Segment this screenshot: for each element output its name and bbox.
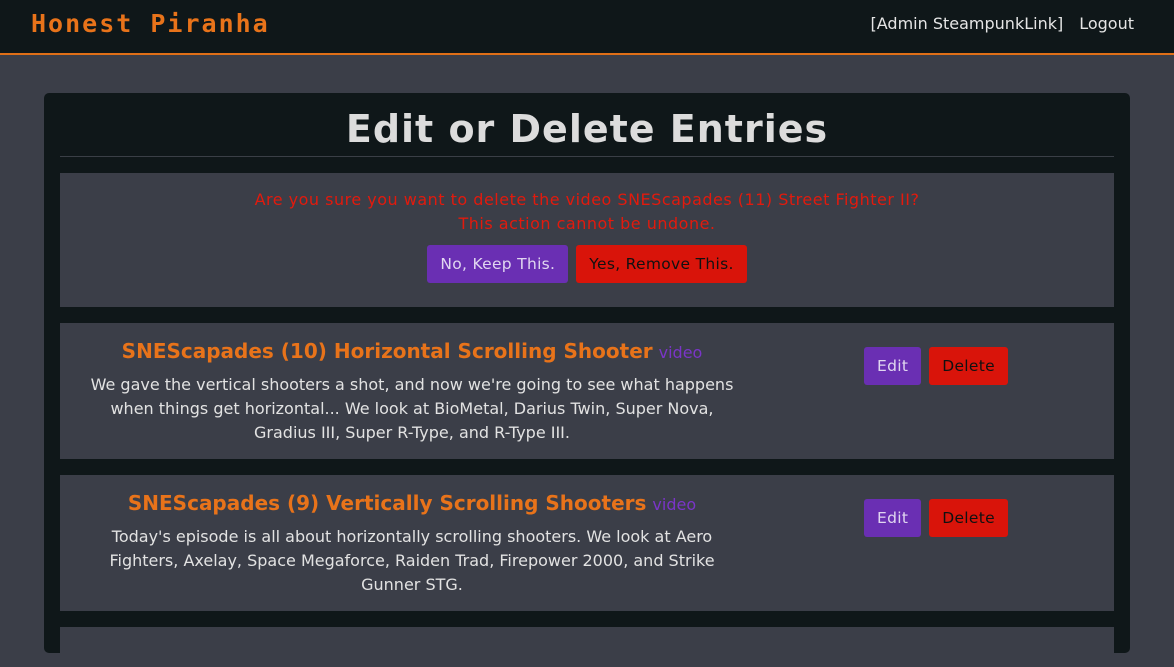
delete-confirmation: Are you sure you want to delete the vide… [60,173,1114,307]
entry-card-partial [60,627,1114,667]
entry-actions: Edit Delete [864,499,1008,537]
entry-content: SNEScapades (10) Horizontal Scrolling Sh… [90,339,734,445]
confirmation-actions: No, Keep This. Yes, Remove This. [60,245,1114,283]
brand-logo-link[interactable]: Honest Piranha [31,9,270,38]
confirmation-message: Are you sure you want to delete the vide… [60,188,1114,236]
delete-button[interactable]: Delete [929,347,1008,385]
entry-card: SNEScapades (10) Horizontal Scrolling Sh… [60,323,1114,459]
entry-card: SNEScapades (9) Vertically Scrolling Sho… [60,475,1114,611]
remove-button[interactable]: Yes, Remove This. [576,245,747,283]
entry-actions: Edit Delete [864,347,1008,385]
page-title: Edit or Delete Entries [60,107,1114,157]
main-panel: Edit or Delete Entries Are you sure you … [44,93,1130,667]
navbar: Honest Piranha [Admin SteampunkLink] Log… [0,0,1174,55]
admin-user-link[interactable]: [Admin SteampunkLink] [871,14,1064,33]
entry-description: Today's episode is all about horizontall… [109,527,715,594]
logout-link[interactable]: Logout [1079,14,1134,33]
confirmation-question: Are you sure you want to delete the vide… [254,190,920,209]
edit-button[interactable]: Edit [864,347,922,385]
entry-type-label: video [652,495,697,514]
entry-description: We gave the vertical shooters a shot, an… [90,375,734,442]
entry-title-row: SNEScapades (10) Horizontal Scrolling Sh… [90,339,734,365]
entry-title-link[interactable]: SNEScapades (9) Vertically Scrolling Sho… [128,491,647,515]
entry-title-row: SNEScapades (9) Vertically Scrolling Sho… [90,491,734,517]
edit-button[interactable]: Edit [864,499,922,537]
keep-button[interactable]: No, Keep This. [427,245,569,283]
entry-title-link[interactable]: SNEScapades (10) Horizontal Scrolling Sh… [122,339,653,363]
delete-button[interactable]: Delete [929,499,1008,537]
confirmation-warning: This action cannot be undone. [458,214,716,233]
entry-content: SNEScapades (9) Vertically Scrolling Sho… [90,491,734,597]
nav-user-menu: [Admin SteampunkLink] Logout [871,14,1134,33]
entry-type-label: video [658,343,703,362]
